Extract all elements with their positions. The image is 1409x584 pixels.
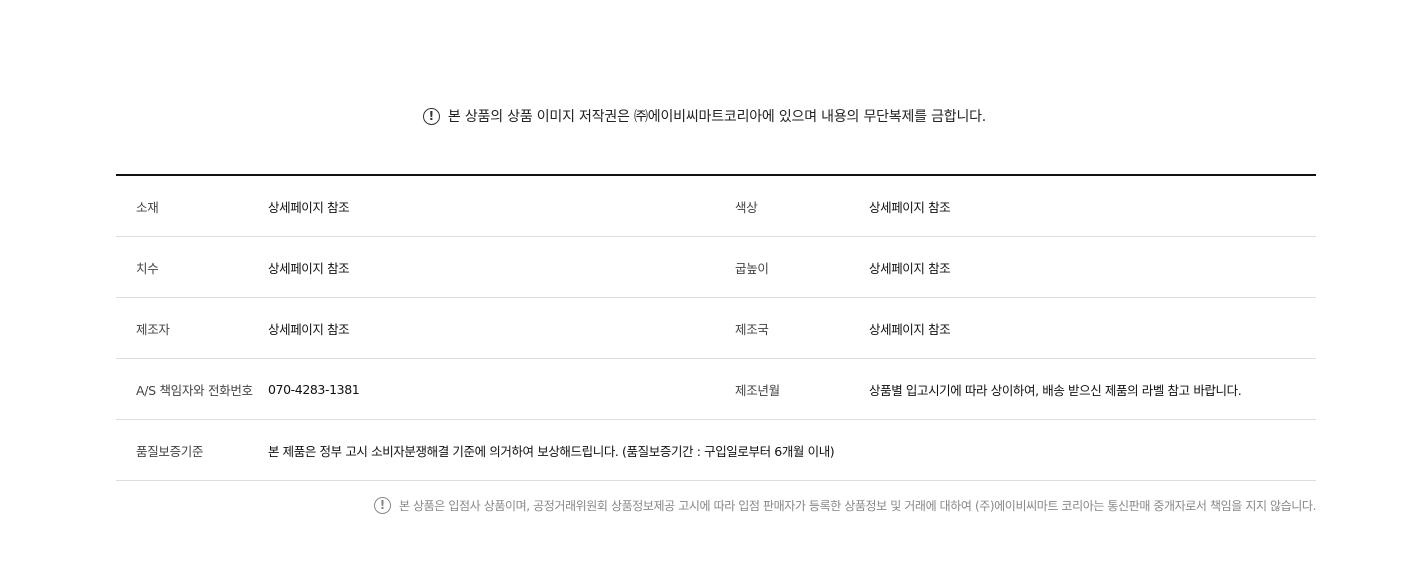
value-color: 상세페이지 참조 [869,199,951,215]
exclamation-circle-icon: ! [422,107,440,125]
label-manufacture-date: 제조년월 [735,382,780,398]
label-manufacturer: 제조자 [136,321,170,337]
value-country-of-origin: 상세페이지 참조 [869,321,951,337]
exclamation-circle-icon: ! [373,496,391,514]
label-material: 소재 [136,199,159,215]
value-material: 상세페이지 참조 [268,199,350,215]
value-size: 상세페이지 참조 [268,260,350,276]
value-manufacturer: 상세페이지 참조 [268,321,350,337]
table-row: 품질보증기준 본 제품은 정부 고시 소비자분쟁해결 기준에 의거하여 보상해드… [116,420,1316,481]
label-as-contact: A/S 책임자와 전화번호 [136,382,253,398]
label-heel-height: 굽높이 [735,260,769,276]
seller-disclaimer: ! 본 상품은 입점사 상품이며, 공정거래위원회 상품정보제공 고시에 따라 … [373,495,1316,515]
label-color: 색상 [735,199,758,215]
copyright-notice: ! 본 상품의 상품 이미지 저작권은 ㈜에이비씨마트코리아에 있으며 내용의 … [0,104,1409,128]
label-size: 치수 [136,260,159,276]
seller-disclaimer-text: 본 상품은 입점사 상품이며, 공정거래위원회 상품정보제공 고시에 따라 입점… [398,498,1316,513]
value-manufacture-date: 상품별 입고시기에 따라 상이하여, 배송 받으신 제품의 라벨 참고 바랍니다… [869,382,1242,398]
label-quality-guarantee: 품질보증기준 [136,443,204,459]
value-quality-guarantee: 본 제품은 정부 고시 소비자분쟁해결 기준에 의거하여 보상해드립니다. (품… [268,443,835,459]
table-row: A/S 책임자와 전화번호 070-4283-1381 제조년월 상품별 입고시… [116,359,1316,420]
value-heel-height: 상세페이지 참조 [869,260,951,276]
table-row: 제조자 상세페이지 참조 제조국 상세페이지 참조 [116,298,1316,359]
copyright-notice-text: 본 상품의 상품 이미지 저작권은 ㈜에이비씨마트코리아에 있으며 내용의 무단… [447,109,987,125]
value-as-contact: 070-4283-1381 [268,381,360,397]
product-info-table: 소재 상세페이지 참조 색상 상세페이지 참조 치수 상세페이지 참조 굽높이 … [116,174,1316,481]
table-row: 소재 상세페이지 참조 색상 상세페이지 참조 [116,176,1316,237]
label-country-of-origin: 제조국 [735,321,769,337]
table-row: 치수 상세페이지 참조 굽높이 상세페이지 참조 [116,237,1316,298]
